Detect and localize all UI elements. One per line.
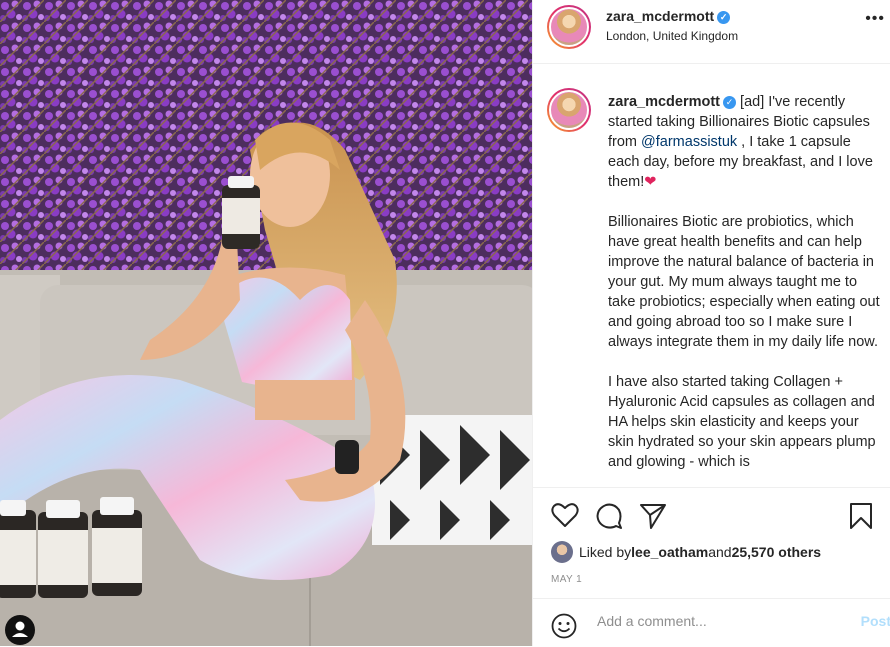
post-date[interactable]: MAY 1: [551, 574, 582, 585]
add-comment-input[interactable]: Add a comment...: [597, 613, 707, 629]
verified-badge-icon: ✓: [723, 96, 737, 109]
caption: zara_mcdermott ✓ [ad] I've recently start…: [533, 88, 890, 486]
avatar[interactable]: [547, 5, 591, 49]
post-comment-button[interactable]: Post: [861, 613, 890, 629]
caption-p3: I have also started taking Collagen + Hy…: [608, 374, 876, 470]
liker-username[interactable]: lee_oatham: [631, 544, 708, 560]
emoji-icon[interactable]: [551, 613, 577, 644]
likes-count[interactable]: 25,570 others: [732, 544, 822, 560]
likes-prefix: Liked by: [579, 544, 632, 560]
heart-icon[interactable]: [551, 502, 579, 533]
mention-link[interactable]: @farmassistuk: [641, 134, 737, 150]
user-tag-icon[interactable]: [5, 615, 35, 645]
verified-badge-icon: ✓: [717, 11, 731, 24]
more-options-icon[interactable]: •••: [865, 10, 885, 28]
header-username[interactable]: zara_mcdermott ✓: [606, 8, 731, 24]
caption-p2: Billionaires Biotic are probiotics, whic…: [608, 214, 880, 350]
location-link[interactable]: London, United Kingdom: [606, 29, 738, 43]
caption-avatar[interactable]: [547, 88, 591, 132]
comment-icon[interactable]: [595, 502, 623, 535]
bookmark-icon[interactable]: [849, 502, 873, 535]
caption-username[interactable]: zara_mcdermott: [608, 94, 720, 110]
post-header: zara_mcdermott ✓ London, United Kingdom •…: [533, 0, 890, 64]
add-comment-row: Add a comment... Post: [533, 598, 890, 647]
red-heart-emoji: ❤: [644, 174, 657, 190]
post-image[interactable]: [0, 0, 532, 646]
share-icon[interactable]: [639, 502, 667, 535]
likes-summary: Liked by lee_oatham and 25,570 others: [551, 541, 821, 563]
post-side-panel: zara_mcdermott ✓ London, United Kingdom •…: [532, 0, 890, 646]
action-icons: [551, 502, 881, 530]
liker-avatar[interactable]: [551, 541, 573, 563]
post-actions: Liked by lee_oatham and 25,570 others MA…: [533, 487, 890, 647]
likes-and: and: [708, 544, 732, 560]
caption-text: zara_mcdermott ✓ [ad] I've recently start…: [608, 92, 880, 486]
